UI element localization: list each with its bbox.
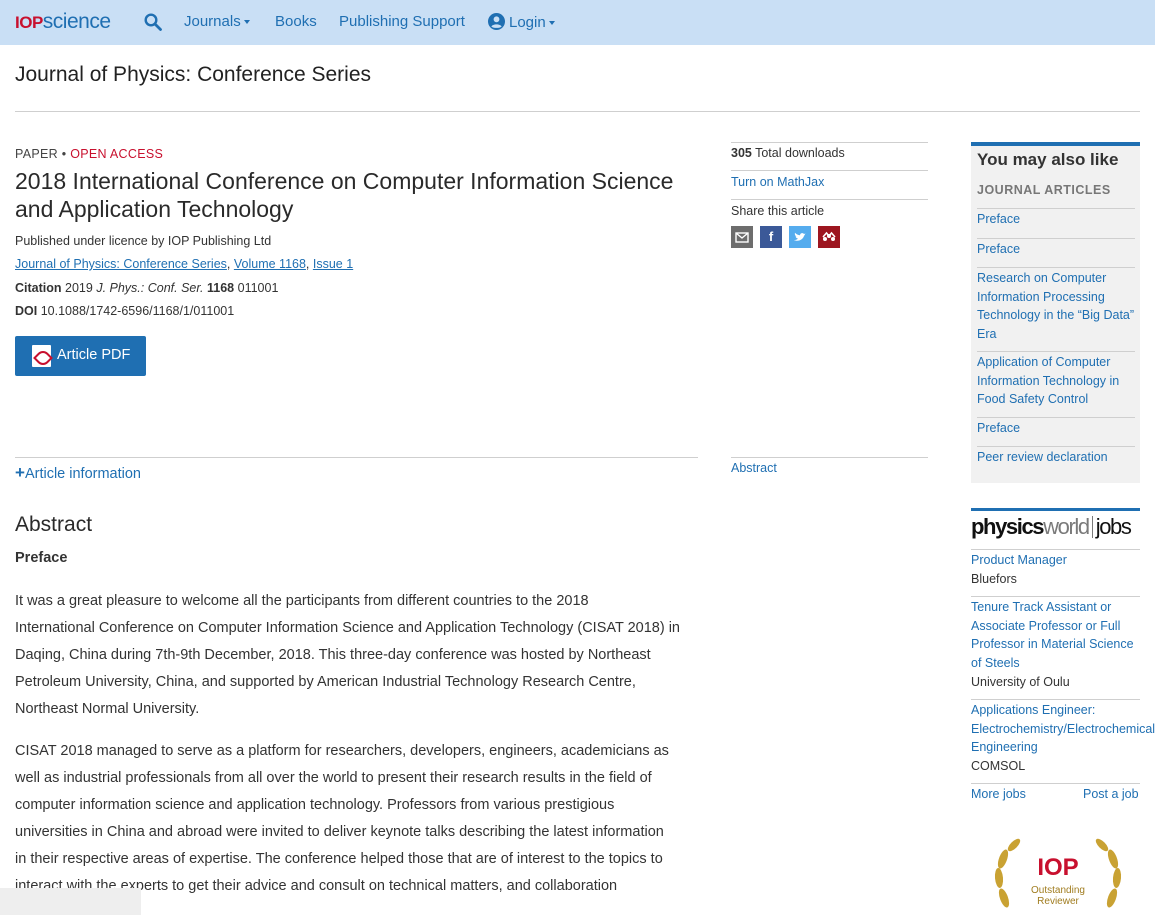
job-company: Bluefors	[971, 572, 1017, 586]
nav-books[interactable]: Books	[275, 13, 317, 30]
top-navbar: IOPscience Journals Books Publishing Sup…	[0, 0, 1155, 45]
cookie-banner-fragment	[0, 888, 141, 915]
mendeley-share-icon[interactable]	[818, 226, 840, 248]
post-job-link[interactable]: Post a job	[1083, 785, 1139, 804]
article-information-toggle[interactable]: +Article information	[15, 463, 141, 483]
divider	[971, 699, 1140, 700]
twitter-share-icon[interactable]	[789, 226, 811, 248]
search-icon[interactable]	[144, 13, 162, 31]
doi: DOI 10.1088/1742-6596/1168/1/011001	[15, 304, 235, 318]
related-article-link[interactable]: Peer review declaration	[977, 448, 1137, 467]
divider	[731, 199, 928, 200]
related-article-link[interactable]: Application of Computer Information Tech…	[977, 353, 1137, 409]
facebook-share-icon[interactable]: f	[760, 226, 782, 248]
plus-icon: +	[15, 463, 25, 482]
also-like-title: You may also like	[977, 150, 1119, 169]
outstanding-reviewer-badge[interactable]: IOP Outstanding Reviewer	[990, 838, 1126, 915]
licence-text: Published under licence by IOP Publishin…	[15, 234, 272, 248]
divider	[977, 208, 1135, 209]
physicsworld-jobs-logo[interactable]: physicsworld jobs	[971, 514, 1132, 540]
email-share-icon[interactable]	[731, 226, 753, 248]
nav-journals[interactable]: Journals	[184, 13, 250, 30]
divider	[731, 170, 928, 171]
abstract-heading: Abstract	[15, 513, 93, 536]
accent-bar	[971, 508, 1140, 511]
abstract-jump-link[interactable]: Abstract	[731, 461, 777, 475]
divider	[731, 142, 928, 143]
divider	[15, 111, 1140, 112]
share-label: Share this article	[731, 204, 825, 218]
pdf-icon	[32, 345, 51, 367]
user-icon	[488, 13, 505, 34]
total-downloads: 305 Total downloads	[731, 146, 845, 160]
divider	[971, 596, 1140, 597]
iopscience-logo[interactable]: IOPscience	[15, 10, 111, 35]
article-pdf-button[interactable]: Article PDF	[15, 336, 146, 376]
issue-link[interactable]: Issue 1	[313, 257, 353, 271]
chevron-down-icon	[243, 20, 250, 25]
divider	[977, 238, 1135, 239]
citation: Citation 2019 J. Phys.: Conf. Ser. 1168 …	[15, 281, 279, 295]
divider	[977, 351, 1135, 352]
divider	[971, 549, 1140, 550]
divider	[977, 267, 1135, 268]
paper-title: 2018 International Conference on Compute…	[15, 168, 674, 222]
job-title-link[interactable]: Applications Engineer: Electrochemistry/…	[971, 701, 1155, 757]
divider	[971, 783, 1140, 784]
mathjax-toggle[interactable]: Turn on MathJax	[731, 175, 824, 189]
more-jobs-link[interactable]: More jobs	[971, 785, 1026, 804]
nav-publishing-support[interactable]: Publishing Support	[339, 13, 465, 30]
abstract-paragraph: It was a great pleasure to welcome all t…	[15, 593, 680, 717]
related-article-link[interactable]: Research on Computer Information Process…	[977, 269, 1137, 343]
related-article-link[interactable]: Preface	[977, 210, 1137, 229]
open-access-badge: OPEN ACCESS	[70, 147, 164, 161]
job-title-link[interactable]: Product Manager	[971, 551, 1140, 570]
job-title-link[interactable]: Tenure Track Assistant or Associate Prof…	[971, 598, 1140, 672]
paper-type-label: PAPER • OPEN ACCESS	[15, 147, 164, 161]
divider	[731, 457, 928, 458]
related-article-link[interactable]: Preface	[977, 240, 1137, 259]
abstract-subheading: Preface	[15, 550, 68, 566]
job-company: University of Oulu	[971, 675, 1070, 689]
volume-link[interactable]: Volume 1168	[234, 257, 306, 271]
chevron-down-icon	[548, 21, 555, 26]
job-company: COMSOL	[971, 759, 1026, 773]
breadcrumb: Journal of Physics: Conference Series, V…	[15, 257, 354, 271]
divider	[977, 446, 1135, 447]
related-article-link[interactable]: Preface	[977, 419, 1137, 438]
also-like-subtitle: JOURNAL ARTICLES	[977, 183, 1111, 197]
divider	[15, 457, 698, 458]
journal-link[interactable]: Journal of Physics: Conference Series	[15, 257, 227, 271]
divider	[977, 417, 1135, 418]
nav-login[interactable]: Login	[488, 13, 555, 34]
journal-title[interactable]: Journal of Physics: Conference Series	[15, 63, 371, 87]
